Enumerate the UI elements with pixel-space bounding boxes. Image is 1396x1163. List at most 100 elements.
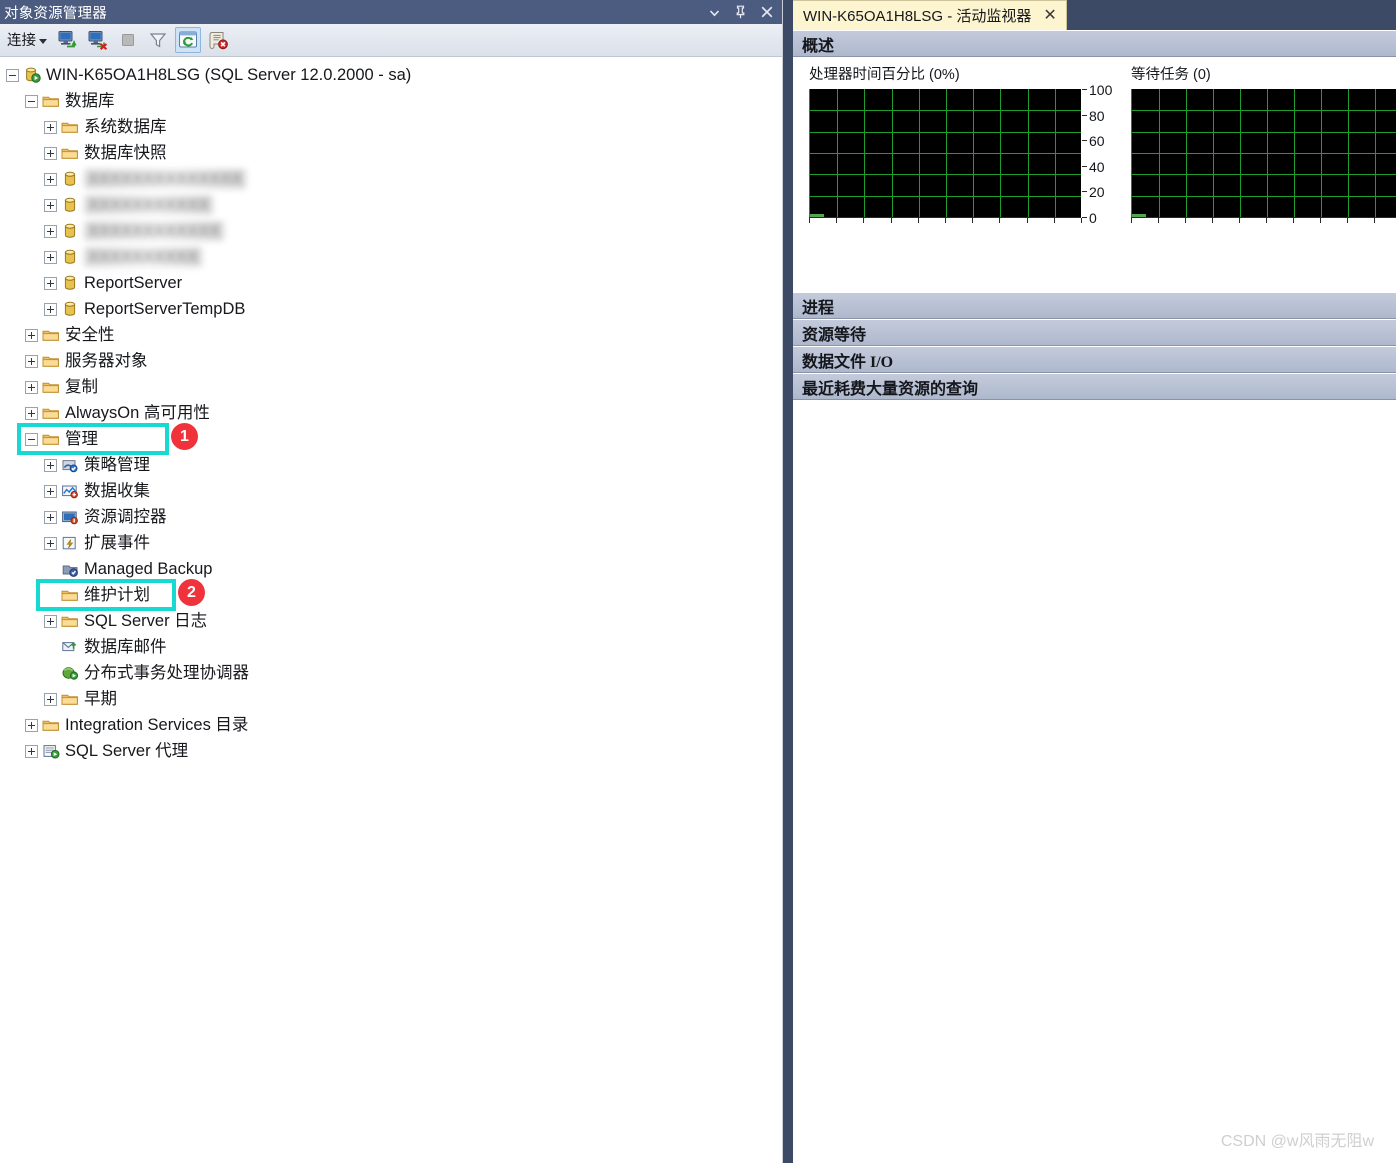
expand-icon[interactable] (44, 276, 57, 290)
tree-node-replication[interactable]: 复制 (0, 374, 782, 400)
tree-node-db-redacted-2[interactable]: XXXXXXXXXXX (0, 192, 782, 218)
folder-icon (41, 716, 61, 734)
tree-node-db-redacted-3[interactable]: XXXXXXXXXXXX (0, 218, 782, 244)
section-header-overview[interactable]: 概述 (793, 30, 1396, 57)
expand-icon[interactable] (44, 120, 57, 134)
section-label: 概述 (802, 37, 835, 55)
gridline-horizontal (1132, 153, 1396, 154)
collapse-icon[interactable] (25, 94, 38, 108)
expand-icon[interactable] (44, 458, 57, 472)
expand-icon[interactable] (25, 744, 38, 758)
connect-dropdown-button[interactable]: 连接 (5, 27, 52, 53)
tree-node-policy-management[interactable]: 策略管理 (0, 452, 782, 478)
expand-icon[interactable] (44, 484, 57, 498)
expand-icon[interactable] (25, 354, 38, 368)
tree-node-reportservertempdb[interactable]: ReportServerTempDB (0, 296, 782, 322)
expand-icon[interactable] (25, 328, 38, 342)
folder-icon (41, 430, 61, 448)
section-header-data-file-io[interactable]: 数据文件 I/O (793, 346, 1396, 373)
expand-icon[interactable] (44, 172, 57, 186)
tree-node-maintenance-plans[interactable]: 维护计划 (0, 582, 782, 608)
x-axis-tick (1131, 218, 1132, 223)
expand-icon[interactable] (44, 250, 57, 264)
folder-icon (60, 612, 80, 630)
y-axis-label: 80 (1089, 108, 1105, 124)
tree-node-label: 数据收集 (84, 482, 150, 500)
tree-node-system-databases[interactable]: 系统数据库 (0, 114, 782, 140)
gridline-horizontal (1132, 132, 1396, 133)
tree-node-spacer (44, 589, 57, 602)
expand-icon[interactable] (44, 536, 57, 550)
chevron-down-icon[interactable] (708, 6, 721, 19)
database-icon (60, 300, 80, 318)
close-icon[interactable]: ✕ (1043, 7, 1056, 24)
section-label: 资源等待 (802, 326, 867, 344)
tree-node-label: Managed Backup (84, 560, 213, 578)
stop-icon (115, 27, 141, 53)
tree-node-integration-services[interactable]: Integration Services 目录 (0, 712, 782, 738)
database-icon (60, 196, 80, 214)
chart-x-axis (1131, 217, 1396, 218)
tree-node-db-redacted-1[interactable]: XXXXXXXXXXXXXX (0, 166, 782, 192)
expand-icon[interactable] (44, 614, 57, 628)
object-explorer-window-buttons (708, 0, 778, 24)
tree-node-label: XXXXXXXXXXXXXX (84, 169, 247, 189)
gridline-vertical (1375, 89, 1376, 217)
expand-icon[interactable] (25, 406, 38, 420)
tab-activity-monitor[interactable]: WIN-K65OA1H8LSG - 活动监视器 ✕ (793, 0, 1067, 30)
expand-icon[interactable] (44, 692, 57, 706)
object-explorer-tree[interactable]: WIN-K65OA1H8LSG (SQL Server 12.0.2000 - … (0, 57, 782, 764)
tree-node-extended-events[interactable]: 扩展事件 (0, 530, 782, 556)
tree-node-database-mail[interactable]: 数据库邮件 (0, 634, 782, 660)
tree-node-sql-server-logs[interactable]: SQL Server 日志 (0, 608, 782, 634)
gridline-horizontal (1132, 196, 1396, 197)
tree-node-db-redacted-4[interactable]: XXXXXXXXXX (0, 244, 782, 270)
x-axis-tick (809, 218, 810, 223)
expand-icon[interactable] (44, 146, 57, 160)
tree-node-data-collection[interactable]: 数据收集 (0, 478, 782, 504)
tree-node-server-objects[interactable]: 服务器对象 (0, 348, 782, 374)
section-header-recent-expensive-queries[interactable]: 最近耗费大量资源的查询 (793, 373, 1396, 400)
expand-icon[interactable] (44, 510, 57, 524)
tree-node-database-snapshots[interactable]: 数据库快照 (0, 140, 782, 166)
gridline-vertical (1267, 89, 1268, 217)
y-axis-tick (1082, 191, 1087, 192)
tree-node-security[interactable]: 安全性 (0, 322, 782, 348)
expand-icon[interactable] (25, 718, 38, 732)
section-header-processes[interactable]: 进程 (793, 292, 1396, 319)
filter-icon[interactable] (145, 27, 171, 53)
collapse-icon[interactable] (25, 432, 38, 446)
tree-node-resource-governor[interactable]: 资源调控器 (0, 504, 782, 530)
expand-icon[interactable] (44, 198, 57, 212)
section-header-resource-waits[interactable]: 资源等待 (793, 319, 1396, 346)
database-icon (60, 222, 80, 240)
folder-icon (60, 118, 80, 136)
tree-node-server[interactable]: WIN-K65OA1H8LSG (SQL Server 12.0.2000 - … (0, 62, 782, 88)
database-icon (60, 274, 80, 292)
close-icon[interactable] (760, 5, 774, 19)
tree-node-label: 数据库邮件 (84, 638, 167, 656)
gridline-vertical (1000, 89, 1001, 217)
expand-icon[interactable] (44, 302, 57, 316)
tree-node-sql-server-agent[interactable]: SQL Server 代理 (0, 738, 782, 764)
collapse-icon[interactable] (6, 68, 19, 82)
y-axis-tick (1082, 217, 1087, 218)
refresh-icon[interactable] (175, 27, 201, 53)
disconnect-object-explorer-icon[interactable] (85, 27, 111, 53)
tree-node-alwayson[interactable]: AlwaysOn 高可用性 (0, 400, 782, 426)
expand-icon[interactable] (44, 224, 57, 238)
script-error-icon[interactable] (205, 27, 231, 53)
tree-node-databases[interactable]: 数据库 (0, 88, 782, 114)
connect-object-explorer-icon[interactable] (55, 27, 81, 53)
tree-node-managed-backup[interactable]: Managed Backup (0, 556, 782, 582)
tree-node-reportserver[interactable]: ReportServer (0, 270, 782, 296)
expand-icon[interactable] (25, 380, 38, 394)
activity-monitor-panel: WIN-K65OA1H8LSG - 活动监视器 ✕ 概述 处理器时间百分比 (0… (783, 0, 1396, 1163)
tree-node-dtc[interactable]: 分布式事务处理协调器 (0, 660, 782, 686)
activity-monitor-body: 概述 处理器时间百分比 (0%) 100 80 60 40 20 0 等待任务 (0) 进程 … (793, 30, 1396, 1163)
pin-icon[interactable] (734, 5, 747, 19)
tree-node-label: 分布式事务处理协调器 (84, 664, 249, 682)
gridline-vertical (1348, 89, 1349, 217)
tree-node-legacy[interactable]: 早期 (0, 686, 782, 712)
tree-node-management[interactable]: 管理 (0, 426, 782, 452)
